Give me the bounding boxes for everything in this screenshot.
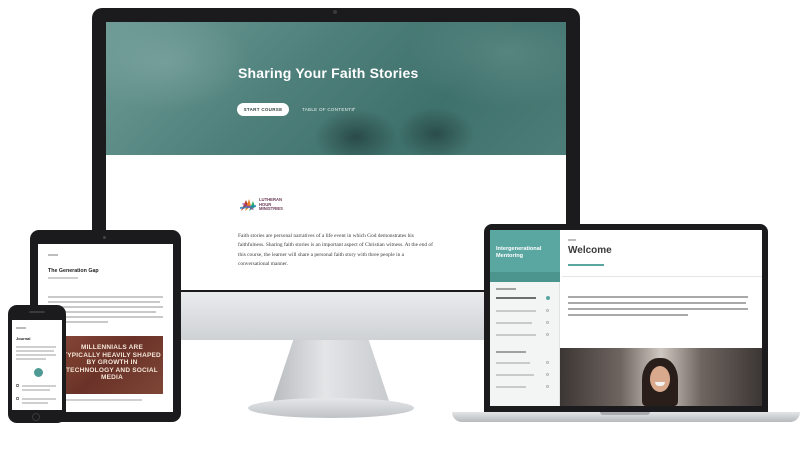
text-line: [22, 398, 56, 400]
text-line: [568, 308, 748, 310]
status-icon: [546, 309, 549, 312]
text-line: [568, 296, 748, 298]
monitor-base: [248, 398, 414, 418]
camera-icon: [333, 10, 337, 14]
checkbox[interactable]: [16, 384, 19, 387]
checkbox[interactable]: [16, 397, 19, 400]
sidebar-progress-bar: [490, 272, 560, 282]
sidebar-section-heading: [496, 351, 526, 353]
chevron-down-icon[interactable]: ⌄: [352, 105, 356, 111]
course-description: Faith stories are personal narratives of…: [238, 233, 433, 267]
status-icon: [546, 321, 549, 324]
progress-icon[interactable]: [34, 368, 43, 377]
text-line: [48, 301, 160, 303]
image-caption: [66, 399, 142, 401]
lesson-title: Welcome: [568, 245, 612, 256]
ministry-logo-icon: [240, 199, 256, 211]
text-line: [48, 306, 163, 308]
video-player[interactable]: [560, 348, 762, 406]
presenter-face: [650, 366, 670, 392]
lesson-title: Journal: [16, 336, 31, 341]
text-line: [16, 354, 56, 356]
sidebar-section-heading: [496, 288, 516, 290]
laptop-notch: [600, 412, 650, 415]
laptop-screen: Intergenerational Mentoring Welcome: [490, 230, 762, 406]
phone-speaker: [29, 311, 45, 313]
title-underline: [568, 264, 604, 266]
lesson-subtitle: [48, 277, 78, 279]
home-button[interactable]: [32, 413, 40, 421]
text-line: [568, 314, 688, 316]
sidebar-item[interactable]: [496, 362, 530, 365]
sidebar-item[interactable]: [496, 386, 526, 389]
status-icon: [546, 296, 550, 300]
text-line: [22, 389, 50, 391]
text-line: [22, 385, 56, 387]
status-icon: [546, 361, 549, 364]
monitor-stand: [272, 340, 390, 404]
status-icon: [546, 333, 549, 336]
sidebar-item[interactable]: [496, 322, 532, 325]
text-line: [22, 402, 48, 404]
sidebar-item-welcome[interactable]: [496, 297, 536, 300]
quote-image-text: MILLENNIALS ARE TYPICALLY HEAVILY SHAPED…: [63, 344, 161, 381]
text-line: [16, 346, 56, 348]
phone-screen: Journal: [12, 320, 62, 410]
course-sidebar: Intergenerational Mentoring: [490, 230, 560, 406]
camera-icon: [103, 236, 106, 239]
breadcrumb: [16, 327, 26, 329]
course-hero: Sharing Your Faith Stories START COURSE …: [106, 22, 566, 155]
sidebar-course-title: Intergenerational Mentoring: [496, 246, 542, 259]
sidebar-item[interactable]: [496, 310, 536, 313]
start-course-button[interactable]: START COURSE: [237, 103, 289, 116]
breadcrumb: [568, 239, 576, 241]
lesson-title: The Generation Gap: [48, 268, 99, 274]
sidebar-item[interactable]: [496, 374, 534, 377]
logo-wordmark: LUTHERAN HOUR MINISTRIES: [259, 197, 283, 212]
sidebar-item[interactable]: [496, 334, 536, 337]
text-line: [48, 296, 163, 298]
table-of-contents-link[interactable]: TABLE OF CONTENTS: [302, 107, 355, 112]
status-icon: [546, 385, 549, 388]
breadcrumb: [48, 254, 58, 256]
divider: [562, 276, 762, 277]
text-line: [16, 350, 54, 352]
text-line: [16, 358, 46, 360]
status-icon: [546, 373, 549, 376]
text-line: [568, 302, 746, 304]
course-title: Sharing Your Faith Stories: [238, 65, 419, 81]
